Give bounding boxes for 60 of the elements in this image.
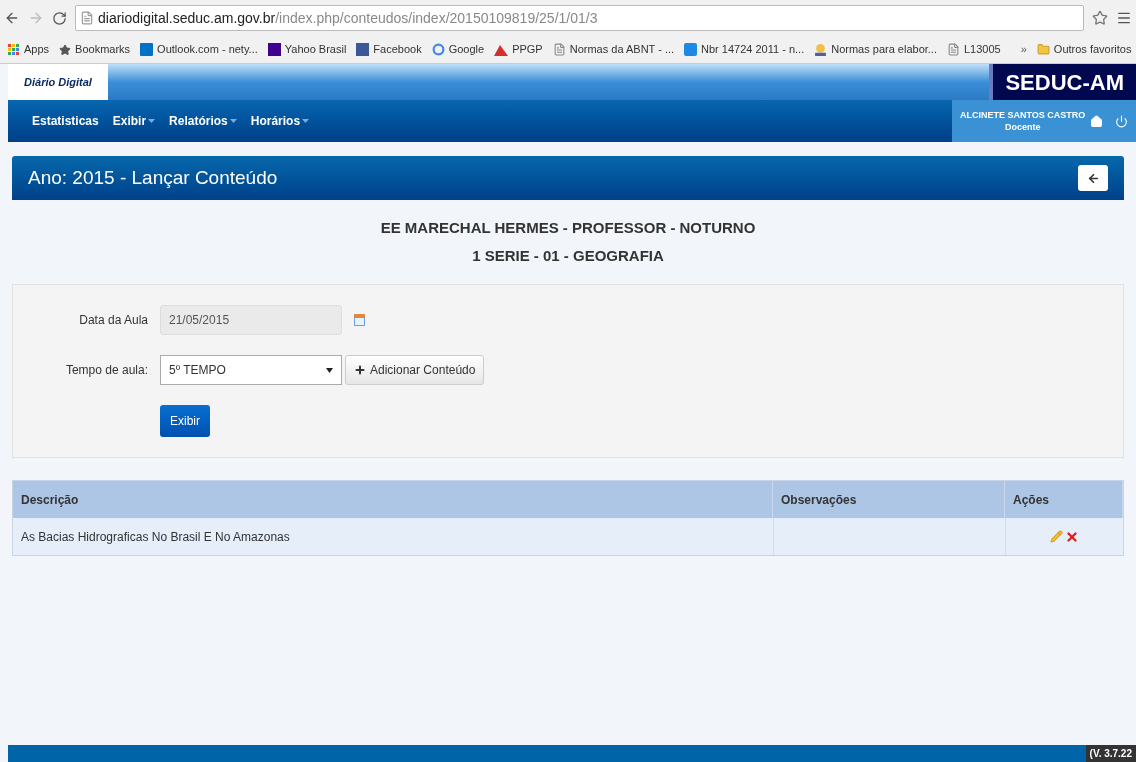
page-icon [947, 43, 960, 56]
bookmark-star-icon[interactable] [1092, 10, 1108, 26]
bookmark-folder[interactable]: Outros favoritos [1036, 41, 1132, 58]
apps-grid-icon [8, 43, 20, 56]
reload-icon[interactable] [52, 10, 67, 26]
page-icon [80, 11, 94, 25]
logo: Diário Digital [8, 64, 108, 100]
bookmark-item[interactable]: Outlook.com - nety... [140, 41, 258, 58]
bookmark-item[interactable]: Bookmarks [59, 41, 131, 58]
url-text: diariodigital.seduc.am.gov.br/index.php/conteudos/index/20150109819/25/1/01/3 [98, 8, 598, 28]
g-logo-icon [431, 43, 445, 56]
power-icon[interactable] [1115, 114, 1128, 128]
nav-menu-item[interactable]: Horários [250, 112, 310, 130]
bookmark-item[interactable]: L13005 [947, 41, 1001, 58]
back-arrow-icon [1086, 171, 1100, 185]
page-title: Ano: 2015 - Lançar Conteúdo [28, 165, 278, 190]
home-icon[interactable] [1090, 114, 1103, 128]
bookmark-item[interactable]: Google [431, 41, 485, 58]
submit-button[interactable]: Exibir [160, 405, 210, 437]
bookmark-item[interactable]: Facebook [356, 41, 422, 58]
brand-banner: SEDUC-AM [989, 64, 1136, 100]
bookmark-item[interactable]: Normas para elabor... [814, 41, 937, 58]
f-logo-icon [356, 43, 370, 56]
user-info: ALCINETE SANTOS CASTRO Docente [960, 109, 1086, 133]
bookmark-item[interactable]: Apps [8, 41, 50, 58]
time-select[interactable]: 5º TEMPO [160, 355, 342, 385]
nav-menu-item[interactable]: Estatisticas [32, 112, 99, 130]
field-label: Tempo de aula: [64, 362, 148, 379]
menu-icon[interactable] [1116, 10, 1132, 26]
caret-icon [302, 119, 310, 123]
calendar-icon[interactable] [354, 314, 365, 326]
star-icon [59, 43, 72, 56]
overflow-chevron[interactable]: » [1020, 41, 1027, 58]
bookmark-item[interactable]: Nbr 14724 2011 - n... [684, 41, 805, 58]
class-heading: 1 SERIE - 01 - GEOGRAFIA [472, 246, 664, 266]
nav-menu-item[interactable]: Exibir [112, 112, 156, 130]
nav-menu-item[interactable]: Relatórios [169, 112, 237, 130]
dropdown-caret-icon [326, 367, 333, 373]
caret-icon [229, 119, 237, 123]
back-icon[interactable] [4, 10, 20, 26]
people-logo-icon [684, 43, 698, 56]
back-button[interactable] [1078, 165, 1108, 191]
class-heading: EE MARECHAL HERMES - PROFESSOR - NOTURNO [380, 218, 756, 238]
mail-logo-icon [140, 43, 154, 56]
y-logo-icon [267, 43, 281, 56]
triangle-logo-icon [494, 43, 509, 56]
page-icon [552, 43, 566, 56]
add-content-button[interactable]: Adicionar Conteúdo [345, 355, 485, 385]
address-bar[interactable]: diariodigital.seduc.am.gov.br/index.php/conteudos/index/20150109819/25/1/01/3 [75, 5, 1084, 31]
bookmark-item[interactable]: Normas da ABNT - ... [552, 41, 675, 58]
plus-icon [354, 364, 366, 376]
bookmark-item[interactable]: Yahoo Brasil [267, 41, 347, 58]
globe-logo-icon [814, 43, 828, 56]
version-label: (V. 3.7.22 [1085, 745, 1136, 762]
delete-icon[interactable] [1065, 529, 1079, 544]
caret-icon [148, 119, 156, 123]
bookmark-item[interactable]: PPGP [494, 41, 543, 58]
folder-icon [1036, 43, 1050, 56]
table-cell-text: As Bacias Hidrograficas No Brasil E No Amazonas [20, 528, 291, 546]
field-label: Data da Aula [78, 312, 148, 329]
